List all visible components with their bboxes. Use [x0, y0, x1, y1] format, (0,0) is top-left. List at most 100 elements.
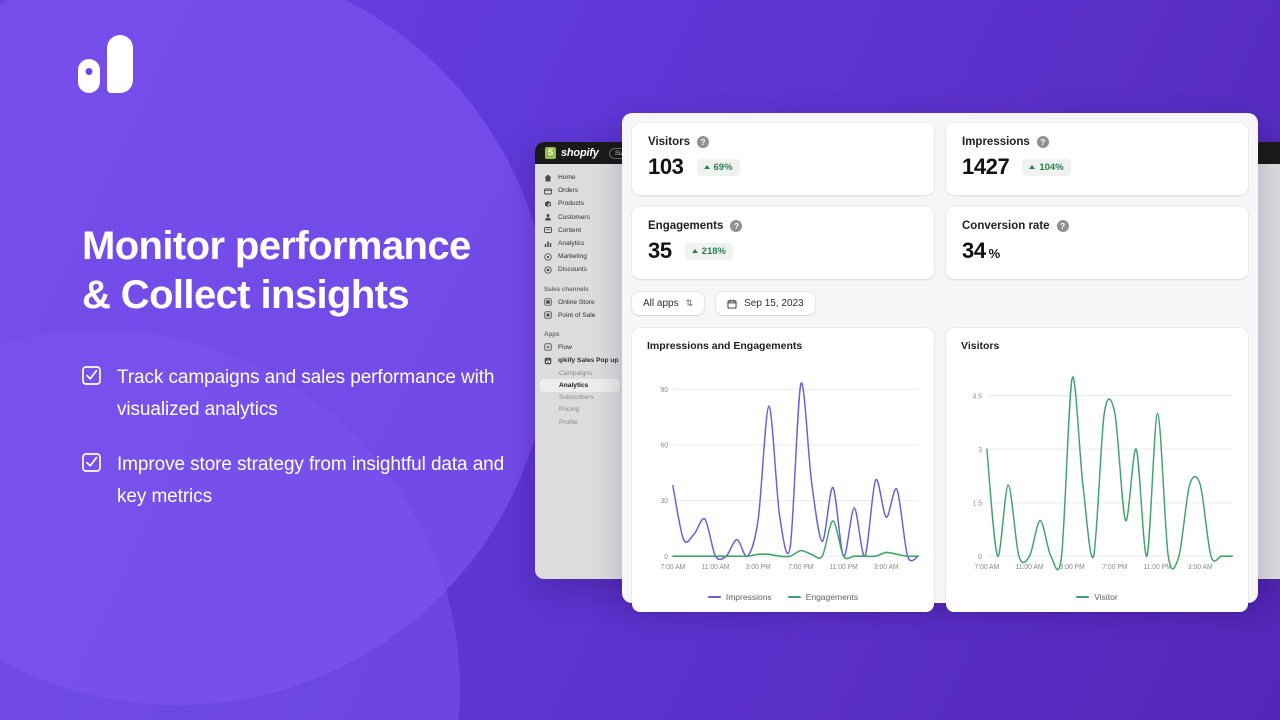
- flow-icon: [544, 343, 552, 352]
- svg-text:3:00 AM: 3:00 AM: [1188, 564, 1213, 571]
- sidebar-item-label: Customers: [558, 213, 590, 221]
- sidebar-item-online-store[interactable]: Online Store: [535, 296, 625, 309]
- legend-item-impressions[interactable]: Impressions: [707, 592, 772, 602]
- calendar-icon: [727, 298, 737, 309]
- online-store-icon: [544, 298, 552, 306]
- metric-label: Impressions: [962, 136, 1030, 148]
- sidebar-item-label: Subscribers: [559, 394, 594, 402]
- sidebar-item-products[interactable]: Products: [535, 197, 625, 210]
- sidebar-item-label: Analytics: [559, 382, 589, 390]
- sidebar-item-pricing[interactable]: Pricing: [535, 404, 625, 416]
- analytics-icon: [544, 240, 552, 248]
- sidebar-item-label: Home: [558, 174, 576, 182]
- metric-card-engagements: Engagements ? 35 218%: [632, 207, 934, 279]
- line-chart-impressions-engagements: 0 30 60 90 7:00 AM 11:00 AM 3:00 PM 7:00 PM 11:0…: [660, 382, 919, 571]
- charts-grid: Impressions and Engagements 0 30 60 90 7:00 …: [632, 328, 1248, 612]
- metric-body: 1427 104%: [962, 154, 1232, 180]
- shopify-sidebar: Home Orders Products Customers Content A…: [535, 164, 625, 428]
- sidebar-item-profile[interactable]: Profile: [535, 416, 625, 428]
- status-badge: 218%: [684, 242, 733, 260]
- apps-filter-select[interactable]: All apps ⇅: [632, 292, 705, 315]
- marketing-icon: [544, 253, 552, 261]
- svg-text:3:00 PM: 3:00 PM: [746, 564, 771, 571]
- shopify-logo-letter: S: [547, 148, 554, 157]
- chart-title: Visitors: [961, 340, 1000, 352]
- checkbox-checked-icon: [82, 365, 101, 385]
- sidebar-item-label: Flow: [558, 343, 572, 351]
- metric-label: Engagements: [648, 220, 724, 232]
- list-item: Track campaigns and sales performance wi…: [82, 362, 522, 426]
- point-of-sale-icon: [544, 311, 552, 319]
- sidebar-item-analytics[interactable]: Analytics: [535, 237, 625, 250]
- date-filter-value: Sep 15, 2023: [744, 298, 804, 309]
- sidebar-item-flow[interactable]: Flow: [535, 341, 625, 354]
- apps-filter-label: All apps: [643, 298, 679, 309]
- sidebar-item-content[interactable]: Content: [535, 224, 625, 237]
- metric-card-impressions: Impressions ? 1427 104%: [946, 123, 1248, 195]
- sidebar-item-marketing[interactable]: Marketing: [535, 250, 625, 263]
- sidebar-item-label: Content: [558, 226, 582, 234]
- metric-label: Visitors: [648, 136, 690, 148]
- sidebar-item-orders[interactable]: Orders: [535, 184, 625, 197]
- headline-line-1: Monitor performance: [82, 224, 471, 268]
- metric-delta-text: 104%: [1039, 161, 1064, 173]
- svg-text:0: 0: [664, 554, 668, 561]
- sidebar-item-label: Orders: [558, 187, 579, 195]
- chart-card-impressions-engagements: Impressions and Engagements 0 30 60 90 7:00 …: [632, 328, 934, 612]
- svg-text:3: 3: [978, 447, 982, 454]
- chart-title: Impressions and Engagements: [647, 340, 803, 352]
- metric-delta-text: 218%: [701, 245, 726, 257]
- legend-swatch: [1076, 595, 1090, 599]
- help-circle-icon[interactable]: ?: [696, 136, 709, 148]
- sidebar-item-label: Pricing: [559, 406, 580, 414]
- svg-text:11:00 PM: 11:00 PM: [1143, 564, 1172, 571]
- products-icon: [544, 200, 552, 208]
- legend-item-engagements[interactable]: Engagements: [787, 592, 858, 602]
- sidebar-item-label: Analytics: [558, 240, 585, 248]
- sidebar-item-label: Marketing: [558, 253, 587, 261]
- svg-text:30: 30: [661, 498, 669, 505]
- sidebar-item-label: Discounts: [558, 266, 587, 274]
- caret-up-icon: [1029, 165, 1036, 169]
- date-filter-button[interactable]: Sep 15, 2023: [716, 292, 815, 315]
- sidebar-item-analytics-sub[interactable]: Analytics: [540, 379, 620, 392]
- logo-bar-shape: [107, 35, 133, 93]
- legend-swatch: [707, 595, 721, 599]
- sidebar-item-home[interactable]: Home: [535, 171, 625, 184]
- metric-value: 35: [648, 238, 672, 263]
- chart-legend: Visitor: [954, 592, 1240, 604]
- sidebar-item-subscribers[interactable]: Subscribers: [535, 392, 625, 404]
- svg-text:11:00 AM: 11:00 AM: [702, 564, 730, 571]
- customers-icon: [544, 213, 552, 221]
- svg-text:7:00 PM: 7:00 PM: [1102, 564, 1127, 571]
- home-icon: [544, 174, 552, 182]
- qikify-app-icon: [544, 357, 552, 365]
- checkbox-checked-icon: [82, 453, 101, 473]
- svg-text:7:00 AM: 7:00 AM: [660, 564, 685, 571]
- sidebar-item-customers[interactable]: Customers: [535, 211, 625, 224]
- help-circle-icon[interactable]: ?: [730, 220, 743, 232]
- legend-swatch: [787, 595, 801, 599]
- sidebar-item-discounts[interactable]: Discounts: [535, 263, 625, 276]
- metric-body: 34%: [962, 238, 1232, 264]
- metric-label: Conversion rate: [962, 220, 1050, 232]
- svg-text:11:00 PM: 11:00 PM: [829, 564, 858, 571]
- svg-text:3:00 AM: 3:00 AM: [874, 564, 899, 571]
- page-title: Monitor performance & Collect insights: [82, 222, 522, 320]
- shopify-wordmark: shopify: [561, 147, 599, 159]
- content-icon: [544, 226, 552, 234]
- bullet-text: Track campaigns and sales performance wi…: [117, 366, 495, 420]
- legend-label: Visitor: [1094, 592, 1118, 602]
- help-circle-icon[interactable]: ?: [1056, 220, 1069, 232]
- legend-item-visitor[interactable]: Visitor: [1076, 592, 1118, 602]
- list-item: Improve store strategy from insightful d…: [82, 449, 522, 513]
- sidebar-item-campaigns[interactable]: Campaigns: [535, 367, 625, 379]
- sidebar-item-point-of-sale[interactable]: Point of Sale: [535, 309, 625, 322]
- sidebar-item-qikify-sales-pop-up[interactable]: qikify Sales Pop up: [535, 354, 625, 367]
- help-circle-icon[interactable]: ?: [1036, 136, 1049, 148]
- sidebar-item-label: Online Store: [558, 298, 595, 306]
- caret-up-icon: [703, 165, 710, 169]
- sidebar-section-apps: Apps: [544, 330, 560, 338]
- logo-dot: [85, 68, 93, 75]
- qikify-logo-icon: [78, 33, 138, 93]
